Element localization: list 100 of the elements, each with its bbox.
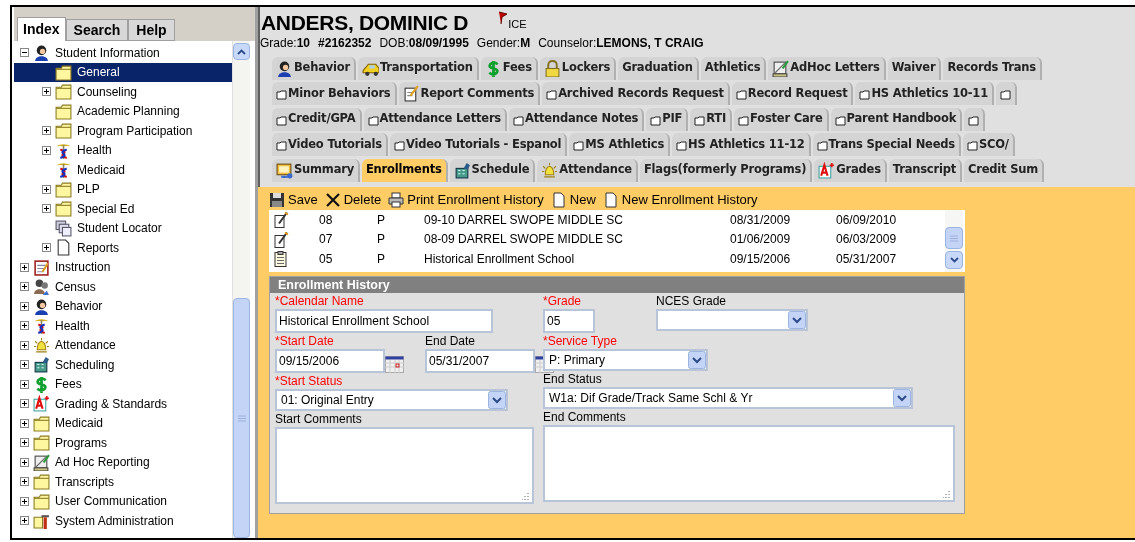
tab[interactable]: Waiver: [887, 56, 942, 80]
expand-icon[interactable]: [20, 360, 29, 370]
tab[interactable]: Lockers: [539, 56, 617, 80]
expand-icon[interactable]: [20, 399, 29, 409]
toolbar-button[interactable]: Delete: [324, 190, 385, 210]
tab[interactable]: Record Request: [731, 82, 854, 105]
tab[interactable]: Search: [65, 19, 129, 41]
toolbar-button[interactable]: Print Enrollment History: [388, 190, 547, 210]
tab[interactable]: Minor Behaviors: [272, 82, 397, 105]
tree-item[interactable]: Ad Hoc Reporting: [50, 453, 155, 471]
expand-icon[interactable]: [20, 516, 29, 526]
tab[interactable]: SCO/: [962, 133, 1015, 156]
tab[interactable]: Archived Records Request: [542, 82, 730, 105]
tab[interactable]: [995, 82, 1017, 105]
dropdown[interactable]: 01: Original Entry: [275, 389, 508, 411]
tab[interactable]: Graduation: [618, 56, 699, 80]
tab[interactable]: Fees: [480, 56, 538, 80]
tree-item[interactable]: Health: [50, 317, 95, 335]
tree-item[interactable]: Medicaid: [50, 414, 109, 432]
scrollbar[interactable]: [945, 210, 963, 272]
tab[interactable]: Transcript: [888, 158, 963, 182]
dropdown[interactable]: W1a: Dif Grade/Track Same Schl & Yr: [543, 387, 913, 409]
tree-item[interactable]: Program Participation: [72, 122, 198, 140]
expand-icon[interactable]: [42, 126, 51, 136]
tree-item[interactable]: Student Information: [50, 44, 165, 62]
expand-icon[interactable]: [20, 438, 29, 448]
tree-item[interactable]: Attendance: [50, 336, 121, 354]
tree-item[interactable]: Reports: [72, 239, 125, 257]
tab[interactable]: Trans Special Needs: [812, 133, 961, 156]
tree-item[interactable]: Scheduling: [50, 356, 120, 374]
dropdown[interactable]: P: Primary: [543, 349, 708, 371]
tree-item[interactable]: Medicaid: [72, 161, 131, 179]
tab[interactable]: RTI: [690, 107, 733, 131]
tab[interactable]: Video Tutorials - Espanol: [389, 133, 568, 156]
expand-icon[interactable]: [42, 145, 51, 155]
expand-icon[interactable]: [20, 340, 29, 350]
tab[interactable]: Attendance: [537, 158, 638, 182]
tab[interactable]: Video Tutorials: [272, 133, 388, 156]
resize-handle-icon[interactable]: [943, 490, 951, 498]
toolbar-button[interactable]: New Enrollment History: [602, 190, 761, 210]
expand-icon[interactable]: [42, 87, 51, 97]
scroll-thumb[interactable]: [233, 298, 250, 538]
tab[interactable]: Transportation: [357, 56, 479, 80]
expand-icon[interactable]: [20, 477, 29, 487]
tree-item[interactable]: Census: [50, 278, 101, 296]
expand-icon[interactable]: [42, 204, 51, 214]
tree-item[interactable]: Health: [72, 141, 117, 159]
scrollbar[interactable]: [232, 41, 250, 538]
input-field[interactable]: 05: [543, 309, 595, 333]
tree-item[interactable]: Instruction: [50, 258, 116, 276]
tab[interactable]: PIF: [646, 107, 689, 131]
tab[interactable]: [964, 107, 986, 131]
tab[interactable]: Grades: [814, 158, 887, 182]
expand-icon[interactable]: [42, 184, 51, 194]
tab[interactable]: Attendance Letters: [363, 107, 508, 131]
tree-item[interactable]: Fees: [50, 375, 87, 393]
tab[interactable]: Behavior: [272, 56, 356, 80]
expand-icon[interactable]: [20, 496, 29, 506]
tab[interactable]: Credit/GPA: [272, 107, 362, 131]
tab[interactable]: AdHoc Letters: [768, 56, 886, 80]
tree-item[interactable]: Counseling: [72, 83, 143, 101]
tree-item[interactable]: Programs: [50, 434, 112, 452]
tree-item[interactable]: Grading & Standards: [50, 395, 173, 413]
tab[interactable]: Athletics: [700, 56, 767, 80]
scroll-thumb[interactable]: [945, 227, 963, 249]
input-field[interactable]: Historical Enrollment School: [275, 309, 493, 333]
tab[interactable]: MS Athletics: [569, 133, 671, 156]
tab[interactable]: Index: [17, 17, 66, 41]
tab[interactable]: Report Comments: [398, 82, 541, 105]
tab[interactable]: Schedule: [449, 158, 536, 182]
expand-icon[interactable]: [20, 262, 29, 272]
date-field[interactable]: 05/31/2007: [425, 349, 535, 373]
calendar-icon[interactable]: [385, 356, 404, 373]
toolbar-button[interactable]: New: [550, 190, 599, 210]
tab[interactable]: Enrollments: [361, 158, 448, 182]
tree-item[interactable]: User Communication: [50, 492, 173, 510]
tab[interactable]: HS Athletics 10-11: [855, 82, 994, 105]
toolbar-button[interactable]: Save: [269, 190, 321, 210]
expand-icon[interactable]: [20, 321, 29, 331]
tab[interactable]: Records Trans: [943, 56, 1042, 80]
tree-item[interactable]: Academic Planning: [72, 102, 185, 120]
tree-item[interactable]: Special Ed: [72, 200, 140, 218]
tree-item[interactable]: PLP: [72, 180, 105, 198]
tab[interactable]: Attendance Notes: [509, 107, 645, 131]
expand-icon[interactable]: [20, 282, 29, 292]
expand-icon[interactable]: [20, 301, 29, 311]
expand-icon[interactable]: [20, 457, 29, 467]
scroll-down-button[interactable]: [945, 251, 963, 269]
tree-item[interactable]: System Administration: [50, 512, 179, 530]
expand-icon[interactable]: [42, 243, 51, 253]
expand-icon[interactable]: [20, 418, 29, 428]
collapse-icon[interactable]: [20, 48, 29, 58]
tree-item[interactable]: Transcripts: [50, 473, 119, 491]
expand-icon[interactable]: [20, 379, 29, 389]
tab[interactable]: HS Athletics 11-12: [672, 133, 811, 156]
resize-handle-icon[interactable]: [522, 492, 530, 500]
date-field[interactable]: 09/15/2006: [275, 349, 385, 373]
tree-item[interactable]: Student Locator: [72, 219, 167, 237]
tree-item[interactable]: Behavior: [50, 297, 108, 315]
tab[interactable]: Summary: [272, 158, 360, 182]
